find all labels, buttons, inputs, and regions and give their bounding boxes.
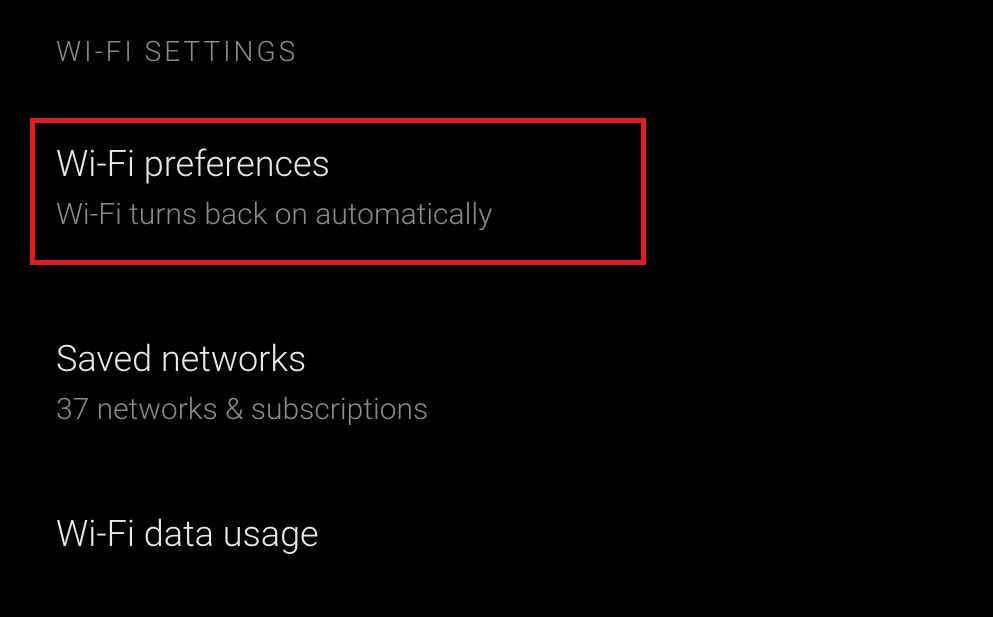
- section-header: WI-FI SETTINGS: [56, 35, 993, 68]
- saved-networks-subtitle: 37 networks & subscriptions: [56, 392, 993, 427]
- saved-networks-item[interactable]: Saved networks 37 networks & subscriptio…: [56, 320, 993, 445]
- wifi-preferences-subtitle: Wi-Fi turns back on automatically: [56, 197, 641, 232]
- wifi-data-usage-item[interactable]: Wi-Fi data usage: [56, 495, 993, 585]
- wifi-data-usage-title: Wi-Fi data usage: [56, 513, 993, 555]
- wifi-settings-container: WI-FI SETTINGS Wi-Fi preferences Wi-Fi t…: [0, 0, 993, 585]
- saved-networks-title: Saved networks: [56, 338, 993, 380]
- wifi-preferences-title: Wi-Fi preferences: [56, 143, 641, 185]
- wifi-preferences-item[interactable]: Wi-Fi preferences Wi-Fi turns back on au…: [30, 118, 646, 265]
